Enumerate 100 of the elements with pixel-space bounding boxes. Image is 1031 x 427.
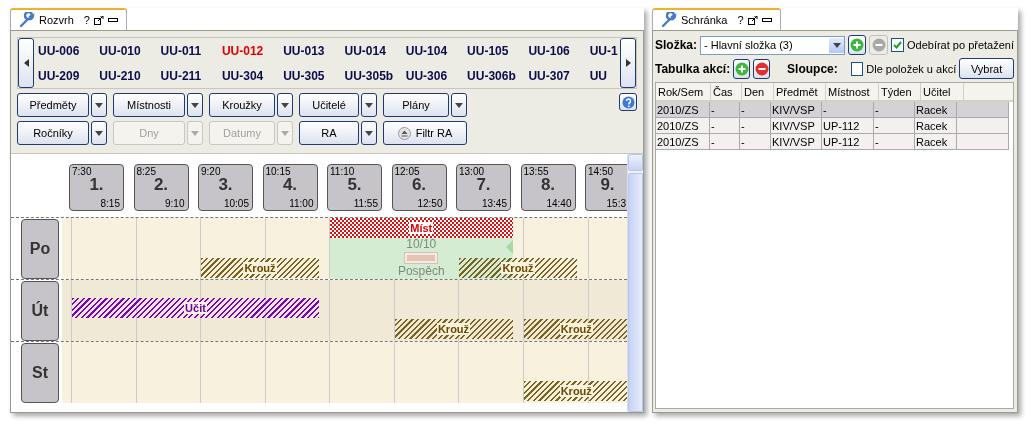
room-link[interactable]: UU-014 — [344, 43, 406, 58]
period-start: 11:10 — [330, 166, 355, 177]
checkbox-label: Dle položek u akcí — [866, 62, 957, 75]
help-button[interactable] — [619, 93, 637, 111]
column-header[interactable]: Týden — [879, 83, 921, 100]
room-link[interactable]: UU-105 — [467, 43, 529, 58]
event-block[interactable]: Krouž — [201, 258, 319, 278]
scrollbar-thumb[interactable] — [628, 173, 643, 412]
column-header[interactable]: Místnost — [826, 83, 879, 100]
period-end: 11:55 — [353, 198, 378, 209]
room-link[interactable]: UU-010 — [99, 43, 161, 58]
period-number: 6. — [410, 175, 428, 195]
column-header[interactable]: Učitel — [921, 83, 964, 100]
minus-icon — [871, 38, 886, 52]
event-block[interactable]: Učit — [72, 298, 319, 318]
help-link[interactable]: ? — [737, 14, 744, 26]
dropdown-button[interactable] — [451, 93, 467, 117]
table-cell: Racek — [915, 102, 957, 118]
room-link[interactable]: UU-305b — [344, 68, 406, 83]
room-link[interactable]: UU-013 — [283, 43, 345, 58]
filter-button[interactable]: RA — [299, 121, 359, 145]
day-label[interactable]: Út — [21, 281, 59, 341]
table-cell: - — [874, 102, 915, 118]
period-number: 7. — [475, 175, 492, 195]
folder-select[interactable]: - Hlavní složka (3) — [700, 35, 846, 55]
event-block[interactable]: Míst — [330, 218, 513, 238]
filter-button[interactable]: Místnosti — [113, 93, 185, 117]
period-number: 9. — [599, 175, 616, 195]
room-link[interactable]: UU-104 — [405, 43, 468, 58]
remove-button[interactable] — [753, 58, 771, 79]
filter-button[interactable]: Ročníky — [17, 121, 89, 145]
period-number: 8. — [539, 175, 557, 195]
room-link[interactable]: UU-211 — [160, 68, 222, 83]
caret-icon — [455, 102, 463, 108]
room-link[interactable]: UU-306 — [405, 68, 468, 83]
minimize-icon[interactable] — [761, 18, 772, 22]
panel-tab[interactable]: Schránka ? — [652, 8, 781, 30]
add-button[interactable] — [848, 35, 867, 55]
filter-button[interactable]: Plány — [383, 93, 449, 117]
period-start: 13:55 — [523, 166, 549, 177]
table-cell: - — [710, 118, 740, 134]
period-start: 12:05 — [394, 166, 420, 177]
room-link[interactable]: UU — [589, 68, 620, 83]
success-count: 10/10 — [406, 238, 437, 251]
column-header[interactable]: Den — [742, 83, 774, 100]
minimize-icon[interactable] — [107, 18, 118, 22]
dropdown-button[interactable] — [187, 93, 203, 117]
dropdown-button[interactable] — [91, 121, 107, 145]
caret-icon — [281, 130, 289, 136]
dropdown-button[interactable] — [361, 93, 377, 117]
table-cell — [957, 118, 1009, 134]
room-link[interactable]: UU-306b — [467, 68, 529, 83]
left-arrow-icon — [23, 59, 29, 67]
room-link[interactable]: UU-210 — [99, 68, 161, 83]
filter-button[interactable]: Filtr RA — [383, 121, 467, 145]
popout-icon[interactable] — [747, 15, 758, 25]
caret-icon — [191, 130, 199, 136]
panel-tab[interactable]: Rozvrh ? — [10, 8, 127, 30]
checkbox[interactable] — [890, 38, 904, 52]
dropdown-button[interactable] — [361, 121, 377, 145]
scroll-left-button[interactable] — [18, 38, 34, 88]
help-link[interactable]: ? — [83, 14, 90, 26]
filter-button[interactable]: Učitelé — [299, 93, 359, 117]
period-end: 8:15 — [100, 198, 120, 209]
filter-button[interactable]: Předměty — [17, 93, 89, 117]
room-link[interactable]: UU-011 — [160, 43, 222, 58]
room-link[interactable]: UU-209 — [38, 68, 100, 83]
day-label[interactable]: Po — [21, 219, 59, 279]
room-link[interactable]: UU-305 — [283, 68, 345, 83]
room-link[interactable]: UU-106 — [528, 43, 590, 58]
choose-button[interactable]: Vybrat — [959, 58, 1014, 79]
period-start: 10:15 — [265, 166, 291, 177]
popout-icon[interactable] — [93, 15, 104, 25]
event-block[interactable]: Krouž — [523, 381, 627, 401]
event-block[interactable]: Krouž — [459, 258, 577, 278]
room-link[interactable]: UU-006 — [38, 43, 100, 58]
room-link[interactable]: UU-012 — [221, 43, 284, 58]
period-number: 3. — [217, 175, 234, 195]
period-end: 10:05 — [223, 198, 249, 209]
actions-label: Tabulka akcí: — [655, 61, 731, 76]
column-header[interactable]: Čas — [711, 83, 742, 100]
add-button[interactable] — [733, 58, 751, 79]
column-header[interactable]: Předmět — [774, 83, 826, 100]
dropdown-button[interactable] — [277, 93, 293, 117]
event-block[interactable]: Krouž — [523, 319, 627, 339]
period-number: 1. — [88, 175, 105, 195]
dropdown-button[interactable] — [91, 93, 107, 117]
period-start: 7:30 — [72, 166, 92, 177]
scroll-right-button[interactable] — [620, 38, 636, 88]
table-cell: 2010/ZS — [656, 102, 710, 118]
checkbox[interactable] — [850, 61, 864, 76]
room-link[interactable]: UU-1 — [589, 43, 620, 58]
column-header[interactable]: Rok/Sem — [656, 83, 711, 100]
day-label[interactable]: St — [21, 343, 59, 403]
event-block[interactable]: Krouž — [394, 319, 513, 339]
filter-button[interactable]: Kroužky — [209, 93, 275, 117]
room-link[interactable]: UU-307 — [528, 68, 590, 83]
table-cell: KIV/VSP — [771, 118, 822, 134]
room-link[interactable]: UU-304 — [221, 68, 284, 83]
tab-label: Schránka — [681, 14, 728, 26]
